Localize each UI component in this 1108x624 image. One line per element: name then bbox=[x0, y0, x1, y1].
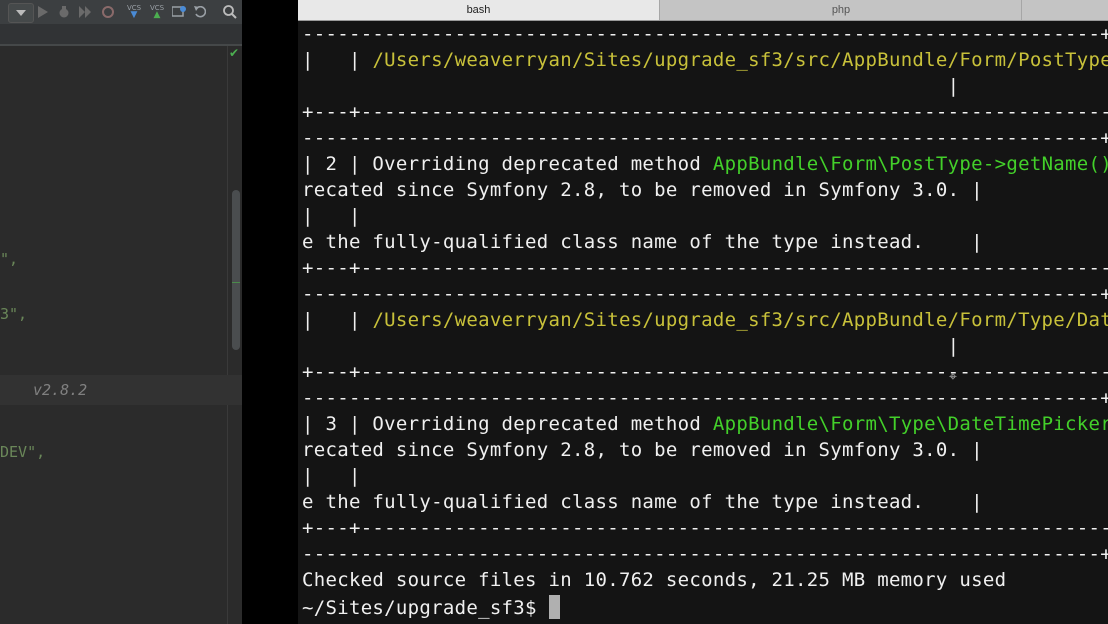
terminal-tab-bar: bash php bbox=[298, 0, 1108, 21]
ide-change-marker bbox=[232, 282, 240, 283]
profile-icon[interactable] bbox=[100, 3, 116, 21]
ide-panel: VCS ▼ VCS ▲ ✔ ", 3", v2.8.2 DEV", bbox=[0, 0, 242, 624]
inspection-ok-icon: ✔ bbox=[229, 46, 240, 60]
run-config-dropdown[interactable] bbox=[8, 3, 34, 23]
terminal-line: +---+-----------------------------------… bbox=[302, 101, 1108, 123]
terminal-line: e the fully-qualified class name of the … bbox=[302, 231, 983, 253]
revert-icon[interactable] bbox=[193, 3, 207, 21]
terminal-line: | | bbox=[302, 205, 361, 227]
tab-bash[interactable]: bash bbox=[298, 0, 659, 20]
code-line: DEV", bbox=[0, 443, 46, 461]
terminal-line: ----------------------------------------… bbox=[302, 127, 1108, 149]
terminal-line: | | bbox=[302, 465, 361, 487]
ide-gutter-divider bbox=[227, 46, 228, 624]
vcs-update-icon[interactable]: VCS ▼ bbox=[126, 3, 142, 21]
run-icon[interactable] bbox=[36, 3, 50, 21]
ide-scrollbar[interactable] bbox=[232, 190, 240, 350]
terminal-line: +---+-----------------------------------… bbox=[302, 517, 1108, 539]
terminal-line: +---+-----------------------------------… bbox=[302, 257, 1108, 279]
terminal-line: | 2 | Overriding deprecated method AppBu… bbox=[302, 153, 1108, 175]
terminal-line: | bbox=[302, 75, 960, 97]
code-line: 3", bbox=[0, 305, 28, 323]
debug-icon[interactable] bbox=[57, 3, 71, 21]
terminal-line: +---+-----------------------------------… bbox=[302, 361, 1108, 383]
shell-prompt: ~/Sites/upgrade_sf3$ bbox=[302, 597, 549, 619]
terminal-line: ----------------------------------------… bbox=[302, 543, 1108, 565]
tab-extra[interactable] bbox=[1021, 0, 1108, 20]
ibeam-cursor-icon: ⌖ bbox=[949, 369, 957, 385]
search-icon[interactable] bbox=[222, 3, 238, 21]
terminal-line: recated since Symfony 2.8, to be removed… bbox=[302, 439, 983, 461]
terminal-line: e the fully-qualified class name of the … bbox=[302, 491, 983, 513]
ide-toolbar: VCS ▼ VCS ▲ bbox=[0, 0, 242, 24]
terminal-line: | bbox=[302, 335, 960, 357]
terminal-line: | | /Users/weaverryan/Sites/upgrade_sf3/… bbox=[302, 49, 1108, 71]
vcs-history-icon[interactable] bbox=[171, 3, 187, 21]
summary-line: Checked source files in 10.762 seconds, … bbox=[302, 569, 1007, 591]
terminal-line: | | /Users/weaverryan/Sites/upgrade_sf3/… bbox=[302, 309, 1108, 331]
terminal-line: | 3 | Overriding deprecated method AppBu… bbox=[302, 413, 1108, 435]
vcs-commit-icon[interactable]: VCS ▲ bbox=[149, 3, 165, 21]
terminal-line: ----------------------------------------… bbox=[302, 23, 1108, 45]
code-line: ", bbox=[0, 250, 19, 268]
tab-php[interactable]: php bbox=[659, 0, 1022, 20]
text-cursor bbox=[548, 595, 560, 619]
ide-tab-bar bbox=[0, 24, 242, 46]
coverage-icon[interactable] bbox=[78, 3, 92, 21]
terminal-line: ----------------------------------------… bbox=[302, 387, 1108, 409]
terminal-line: recated since Symfony 2.8, to be removed… bbox=[302, 179, 983, 201]
prompt-line[interactable]: ~/Sites/upgrade_sf3$ bbox=[302, 595, 560, 619]
terminal-window: bash php -------------------------------… bbox=[298, 0, 1108, 624]
chevron-down-icon bbox=[16, 10, 26, 16]
version-hint: v2.8.2 bbox=[33, 381, 88, 399]
terminal-line: ----------------------------------------… bbox=[302, 283, 1108, 305]
